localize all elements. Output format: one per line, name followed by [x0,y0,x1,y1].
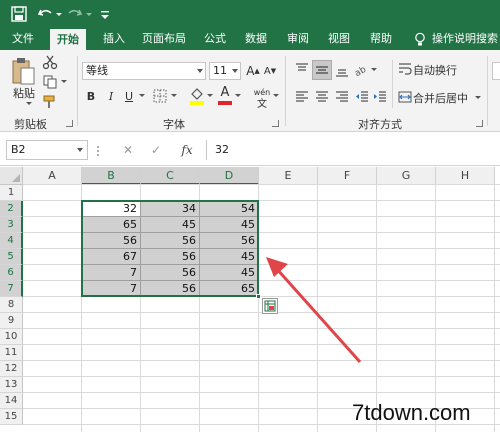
annotation-arrow-icon [266,257,362,363]
watermark-text: 7tdown.com [352,400,471,425]
